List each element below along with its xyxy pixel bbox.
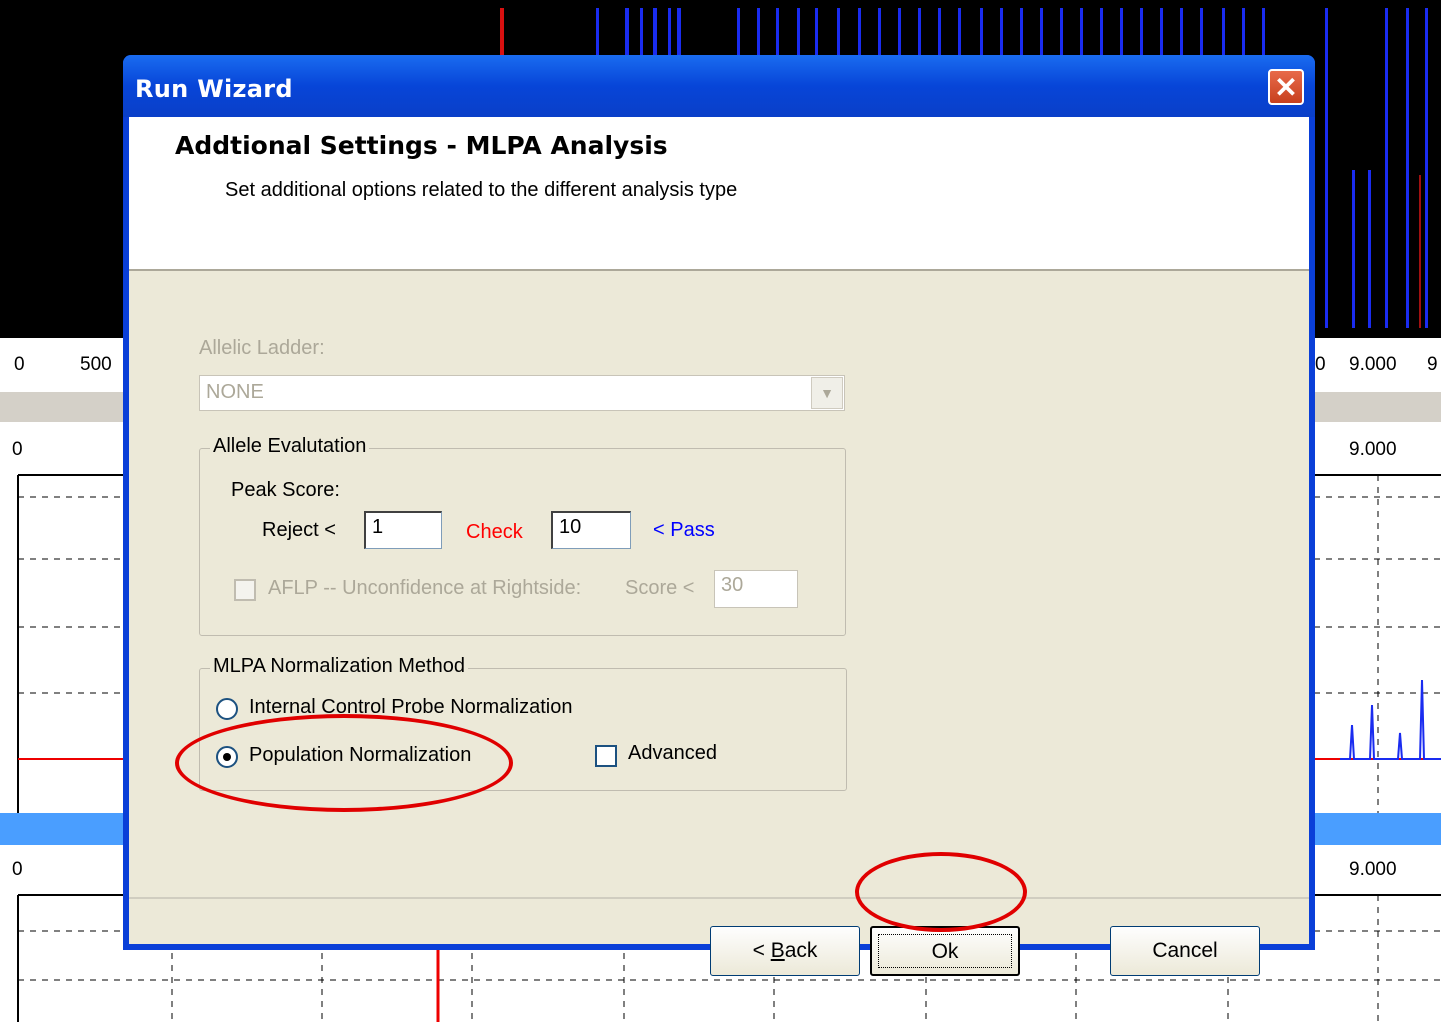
internal-control-radio[interactable] [216, 698, 238, 720]
ruler-label: 0 [14, 354, 25, 375]
peak-score-label: Peak Score: [231, 479, 340, 501]
page-subtitle: Set additional options related to the di… [225, 179, 738, 201]
ruler-label: 0 [1315, 354, 1326, 375]
reject-label: Reject < [262, 519, 336, 541]
reject-threshold-input[interactable]: 1 [364, 511, 442, 549]
dialog-title: Run Wizard [135, 75, 293, 103]
cancel-label: Cancel [1152, 939, 1218, 962]
ruler-label: 9.000 [1349, 354, 1397, 375]
pass-label: < Pass [653, 519, 715, 541]
ruler-label: 9 [1427, 354, 1438, 375]
aflp-checkbox [234, 579, 256, 601]
allele-evaluation-group: Allele Evalutation Peak Score: Reject < … [199, 435, 846, 636]
ok-button[interactable]: Ok [870, 926, 1020, 976]
group-legend: MLPA Normalization Method [210, 655, 468, 678]
annotation-ellipse-ok [855, 852, 1027, 932]
back-rest: ack [784, 939, 818, 962]
check-label: Check [466, 521, 523, 543]
chevron-down-icon: ▼ [811, 377, 843, 409]
run-wizard-dialog: Run Wizard ✕ Addtional Settings - MLPA A… [123, 55, 1315, 976]
page-title: Addtional Settings - MLPA Analysis [175, 131, 668, 160]
ok-label: Ok [931, 940, 959, 963]
advanced-label[interactable]: Advanced [628, 742, 717, 765]
wizard-header: Addtional Settings - MLPA Analysis Set a… [129, 117, 1309, 271]
back-mnemonic: B [770, 939, 785, 962]
score-threshold-input: 30 [714, 570, 798, 608]
check-threshold-input[interactable]: 10 [551, 511, 631, 549]
cancel-button[interactable]: Cancel [1110, 926, 1260, 976]
title-bar[interactable]: Run Wizard ✕ [123, 55, 1315, 117]
back-prefix: < [752, 939, 771, 962]
back-button[interactable]: < Back [710, 926, 860, 976]
group-legend: Allele Evalutation [210, 435, 370, 458]
advanced-checkbox[interactable] [595, 745, 617, 767]
allelic-ladder-value: NONE [206, 381, 264, 403]
allelic-ladder-label: Allelic Ladder: [199, 337, 325, 359]
footer-divider [129, 897, 1309, 899]
aflp-label: AFLP -- Unconfidence at Rightside: [268, 577, 582, 599]
allelic-ladder-select: NONE ▼ [199, 375, 845, 411]
dialog-client-area: Addtional Settings - MLPA Analysis Set a… [129, 117, 1309, 976]
close-icon[interactable]: ✕ [1268, 69, 1304, 105]
ruler-label: 500 [80, 354, 112, 375]
annotation-ellipse-population [175, 714, 513, 812]
score-label: Score < [625, 577, 695, 599]
